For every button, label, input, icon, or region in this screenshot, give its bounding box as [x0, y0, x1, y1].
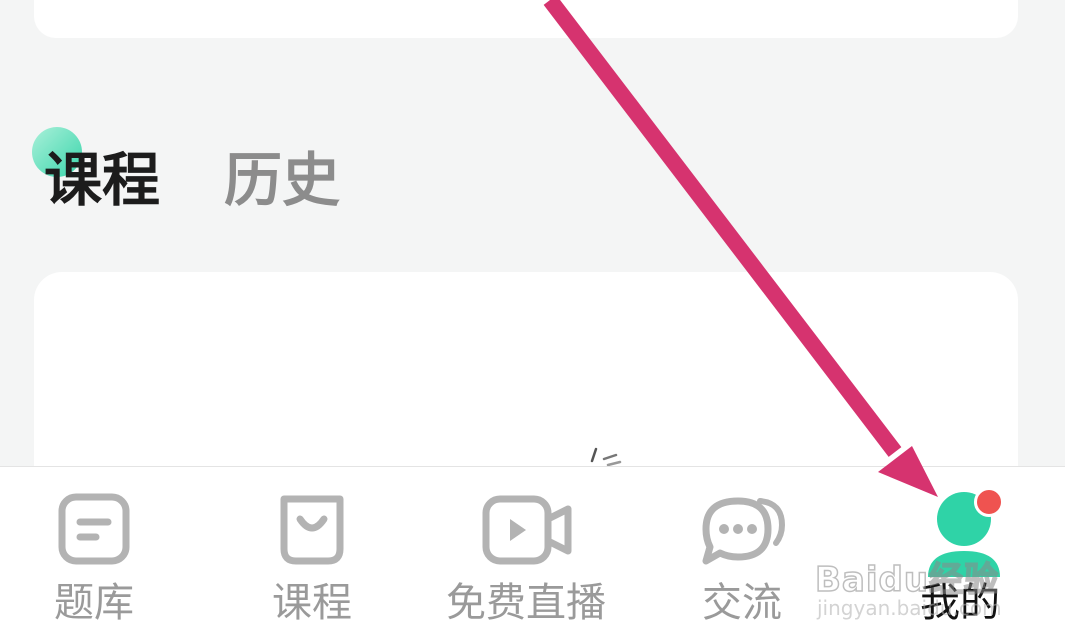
nav-item-mine[interactable]: 我的: [870, 467, 1050, 644]
nav-label-mine: 我的: [920, 580, 1000, 626]
nav-label-question-bank: 题库: [54, 580, 134, 626]
nav-label-courses: 课程: [272, 580, 352, 626]
nav-item-question-bank[interactable]: 题库: [4, 467, 184, 644]
top-content-card: [34, 0, 1018, 38]
video-play-icon: [482, 495, 572, 565]
bottom-navigation: 题库 课程 免费直播 交流 我的: [0, 466, 1065, 644]
nav-item-free-live[interactable]: 免费直播: [436, 467, 616, 644]
nav-label-community: 交流: [702, 580, 782, 626]
tab-history[interactable]: 历史: [224, 140, 340, 220]
nav-item-community[interactable]: 交流: [652, 467, 832, 644]
notification-badge: [974, 487, 1004, 517]
nav-item-courses[interactable]: 课程: [222, 467, 402, 644]
nav-label-free-live: 免费直播: [446, 580, 606, 626]
course-bag-icon: [280, 495, 344, 565]
tab-courses[interactable]: 课程: [44, 140, 160, 220]
chat-bubble-icon: [702, 497, 786, 565]
question-bank-icon: [58, 493, 130, 565]
